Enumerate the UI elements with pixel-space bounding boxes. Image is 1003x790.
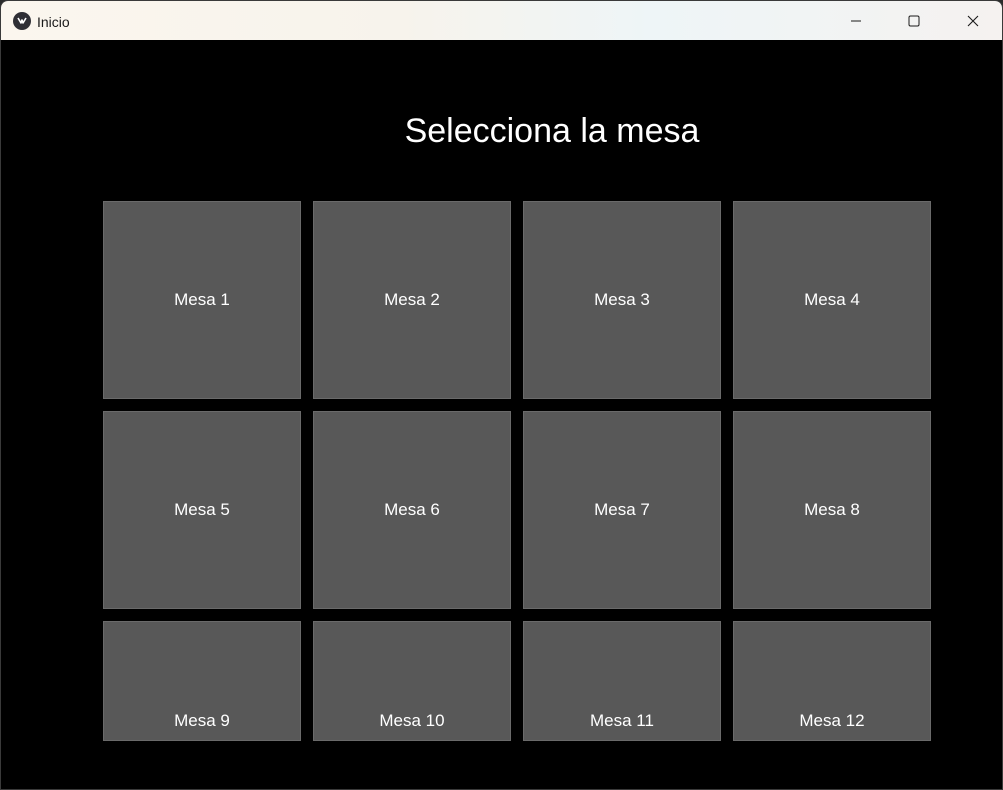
table-button-10[interactable]: Mesa 10 — [313, 621, 511, 741]
table-button-3[interactable]: Mesa 3 — [523, 201, 721, 399]
minimize-button[interactable] — [827, 1, 885, 40]
window-title: Inicio — [37, 14, 70, 30]
table-button-6[interactable]: Mesa 6 — [313, 411, 511, 609]
close-icon — [967, 15, 979, 27]
table-button-7[interactable]: Mesa 7 — [523, 411, 721, 609]
minimize-icon — [850, 15, 862, 27]
table-button-8[interactable]: Mesa 8 — [733, 411, 931, 609]
table-button-9[interactable]: Mesa 9 — [103, 621, 301, 741]
maximize-icon — [908, 15, 920, 27]
page-title: Selecciona la mesa — [404, 112, 700, 150]
table-button-12[interactable]: Mesa 12 — [733, 621, 931, 741]
table-button-1[interactable]: Mesa 1 — [103, 201, 301, 399]
table-button-11[interactable]: Mesa 11 — [523, 621, 721, 741]
app-icon — [13, 12, 31, 30]
table-button-5[interactable]: Mesa 5 — [103, 411, 301, 609]
table-button-2[interactable]: Mesa 2 — [313, 201, 511, 399]
app-window: Inicio Selecciona la mesa Mesa 1 Mesa 2 … — [0, 0, 1003, 790]
main-content: Selecciona la mesa Mesa 1 Mesa 2 Mesa 3 … — [1, 40, 1002, 789]
table-grid[interactable]: Mesa 1 Mesa 2 Mesa 3 Mesa 4 Mesa 5 Mesa … — [103, 201, 933, 741]
close-button[interactable] — [944, 1, 1002, 40]
title-bar[interactable]: Inicio — [1, 1, 1002, 40]
table-button-4[interactable]: Mesa 4 — [733, 201, 931, 399]
maximize-button[interactable] — [885, 1, 943, 40]
